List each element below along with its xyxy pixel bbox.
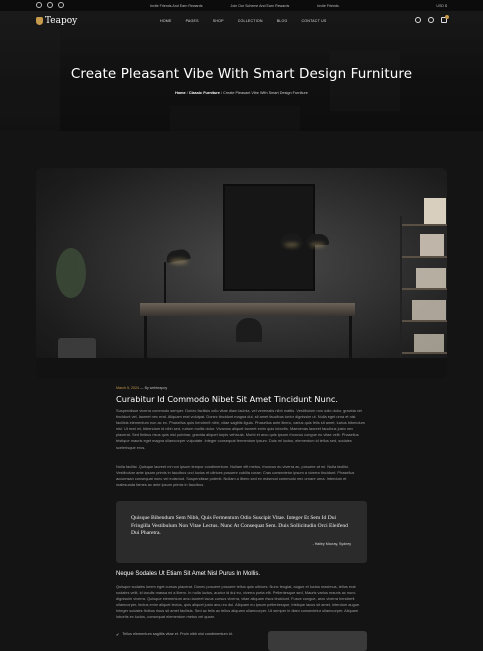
inline-image [268,631,367,651]
instagram-icon[interactable] [47,2,53,8]
plant [56,248,86,298]
breadcrumb-current: Create Pleasant Vibe With Smart Design F… [223,91,308,95]
post-date[interactable]: March 5, 2024 [116,386,139,390]
social-links [36,2,64,8]
breadcrumb-category[interactable]: Classic Furniture [189,91,220,95]
bookshelf [400,198,447,379]
post-author-prefix: By [144,386,149,390]
user-icon[interactable] [428,17,434,23]
logo-text: Teapoy [45,16,78,26]
post-paragraph: Quisque sodales lorem eget cursus placer… [116,584,361,620]
announcement-text: Join Our Scheme And Earn Rewards [230,3,290,8]
main-nav: HOME PAGES SHOP COLLECTION BLOG CONTACT … [160,19,327,23]
featured-image [36,168,447,379]
post-paragraph: Nulla facilisi. Quisque laoreet mi non i… [116,464,355,488]
post-paragraph: Suspendisse viverra commodo semper. Done… [116,408,365,450]
quote-author: - Hailey Mccray, Sydney [312,542,351,546]
header-icons [415,15,449,23]
list-item-text: Tellus elementum sagittis vitae et. Proi… [122,632,233,636]
post-subheading: Neque Sodales Ut Etiam Sit Amet Nisl Pur… [116,571,261,577]
announcement-text: Invite Friends And Earn Rewards [150,3,203,8]
nav-home[interactable]: HOME [160,19,172,23]
list-item: ✔ Tellus elementum sagittis vitae et. Pr… [116,632,233,637]
post-meta: March 5, 2024 — By webteapoy [116,386,168,390]
announcement-text: Invite Friends [317,3,339,8]
site-logo[interactable]: Teapoy [36,16,77,26]
announcement-marquee: Invite Friends And Earn Rewards Join Our… [150,4,339,8]
quote-text: Quisque Bibendum Sem Nibh, Quis Fermentu… [131,515,348,537]
page-title: Create Pleasant Vibe With Smart Design F… [70,66,413,82]
nav-collection[interactable]: COLLECTION [238,19,263,23]
breadcrumb-home[interactable]: Home [175,91,186,95]
nav-pages[interactable]: PAGES [186,19,199,23]
desk [140,303,355,316]
blockquote: Quisque Bibendum Sem Nibh, Quis Fermentu… [116,501,367,563]
announcement-bar: Invite Friends And Earn Rewards Join Our… [0,0,483,11]
cart-badge [445,15,449,19]
currency-selector[interactable]: USD $ [436,4,447,8]
cart-icon[interactable] [441,15,449,23]
check-icon: ✔ [116,633,120,637]
nav-contact[interactable]: CONTACT US [301,19,326,23]
chair [236,318,262,342]
whatsapp-icon[interactable] [58,2,64,8]
breadcrumb: Home / Classic Furniture / Create Pleasa… [175,91,308,95]
nav-blog[interactable]: BLOG [277,19,288,23]
search-icon[interactable] [415,17,421,23]
nav-shop[interactable]: SHOP [213,19,224,23]
teapoy-logo-icon [36,17,43,25]
facebook-icon[interactable] [36,2,42,8]
post-heading: Curabitur Id Commodo Nibet Sit Amet Tinc… [116,394,338,404]
post-author[interactable]: webteapoy [150,386,167,390]
